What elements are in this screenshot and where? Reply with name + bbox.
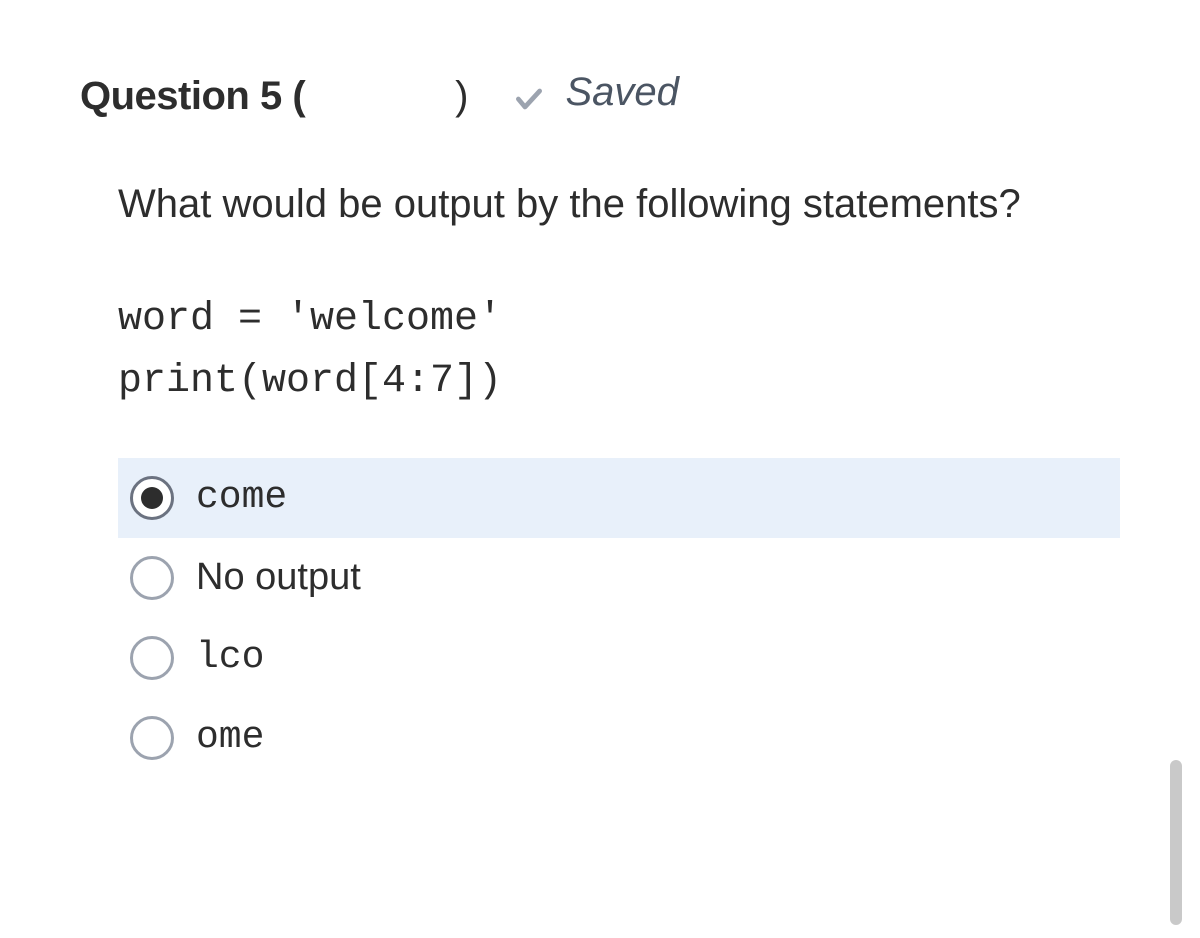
answer-option-label: lco	[196, 636, 264, 679]
radio-icon	[130, 716, 174, 760]
question-header: Question 5 ( ) Saved	[80, 70, 1120, 119]
answer-option-3[interactable]: ome	[118, 698, 1120, 778]
answer-option-1[interactable]: No output	[118, 538, 1120, 618]
answer-option-label: ome	[196, 716, 264, 759]
answer-option-label: No output	[196, 556, 361, 599]
question-body: What would be output by the following st…	[80, 174, 1120, 778]
answer-option-2[interactable]: lco	[118, 618, 1120, 698]
question-prompt: What would be output by the following st…	[118, 174, 1120, 234]
quiz-question: Question 5 ( ) Saved What would be outpu…	[0, 0, 1200, 778]
radio-icon	[130, 476, 174, 520]
question-header-closing: )	[455, 74, 468, 119]
radio-icon	[130, 636, 174, 680]
saved-text: Saved	[565, 70, 678, 115]
scrollbar-thumb[interactable]	[1170, 760, 1182, 925]
answer-option-0[interactable]: come	[118, 458, 1120, 538]
answer-option-label: come	[196, 476, 287, 519]
question-number-label: Question 5 (	[80, 74, 305, 119]
answer-options: come No output lco ome	[118, 458, 1120, 778]
check-icon	[513, 83, 545, 115]
saved-status: Saved	[513, 70, 678, 115]
code-block: word = 'welcome' print(word[4:7])	[118, 289, 1120, 413]
radio-icon	[130, 556, 174, 600]
